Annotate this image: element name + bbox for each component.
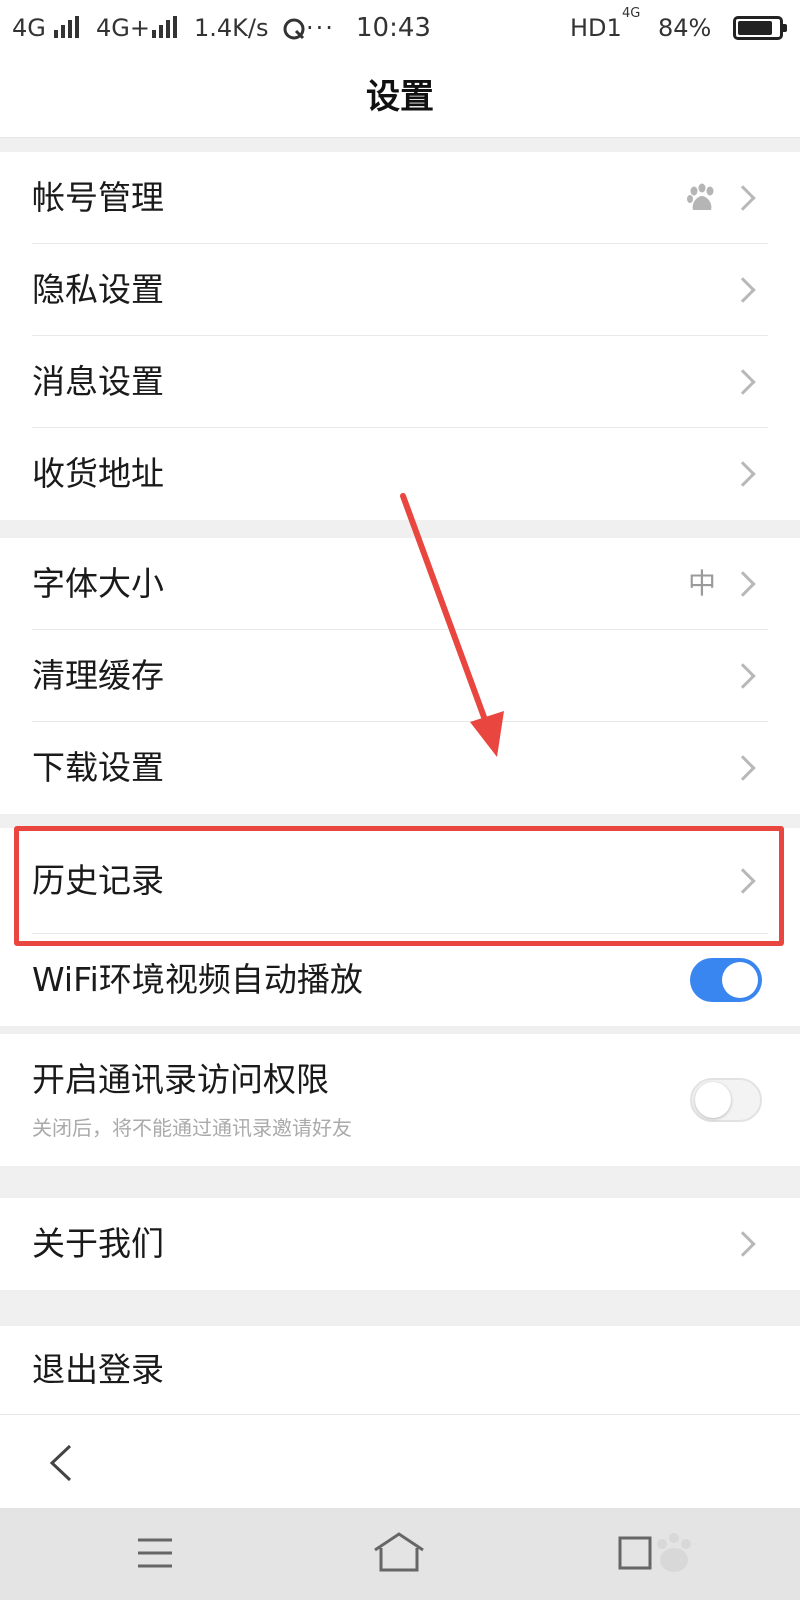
setting-label: 清理缓存: [32, 656, 164, 695]
setting-item-about[interactable]: 关于我们: [0, 1198, 800, 1290]
chevron-right-icon: [730, 1231, 756, 1257]
net-small-label: 4G: [622, 6, 641, 21]
setting-item-history[interactable]: 历史记录: [0, 828, 800, 934]
setting-label: 收货地址: [32, 454, 164, 493]
more-notifications: ···: [306, 14, 335, 42]
battery-icon: [733, 16, 787, 40]
clock: 10:43: [356, 13, 431, 43]
battery-percent: 84%: [658, 14, 712, 42]
hd-label: HD1: [570, 14, 622, 42]
chevron-right-icon: [730, 868, 756, 894]
menu-icon[interactable]: [136, 1536, 174, 1570]
home-icon[interactable]: [372, 1530, 426, 1574]
logout-button[interactable]: 退出登录: [0, 1326, 800, 1414]
signal-icon: [54, 16, 79, 38]
setting-label: 下载设置: [32, 748, 164, 787]
setting-item-account[interactable]: 帐号管理: [0, 152, 800, 244]
setting-label: 关于我们: [32, 1224, 164, 1263]
baidu-paw-icon: [687, 183, 714, 210]
status-bar: 4G 4G+ 1.4K/s ··· 10:43 HD1 4G 84%: [0, 0, 800, 56]
setting-item-clear-cache[interactable]: 清理缓存: [0, 630, 800, 722]
setting-item-font-size[interactable]: 字体大小 中: [0, 538, 800, 630]
setting-item-address[interactable]: 收货地址: [0, 428, 800, 520]
signal-icon: [152, 16, 177, 38]
bottom-toolbar: [0, 1414, 800, 1508]
setting-label: 字体大小: [32, 564, 164, 603]
setting-item-download[interactable]: 下载设置: [0, 722, 800, 814]
settings-group-about: 关于我们: [0, 1198, 800, 1290]
chevron-right-icon: [730, 277, 756, 303]
battery-level: [738, 21, 772, 35]
chevron-right-icon: [730, 755, 756, 781]
app-notification-icon: [283, 18, 305, 40]
network-speed: 1.4K/s: [194, 14, 269, 42]
settings-group-general: 字体大小 中 清理缓存 下载设置 历史记录 WiFi环境视频自动播放: [0, 538, 800, 1026]
page-title: 设置: [0, 56, 800, 138]
setting-label: 退出登录: [32, 1350, 164, 1389]
setting-label: WiFi环境视频自动播放: [32, 960, 363, 999]
toggle-knob: [695, 1082, 731, 1118]
setting-item-messages[interactable]: 消息设置: [0, 336, 800, 428]
group-gap: [0, 814, 800, 828]
network-label-2: 4G+: [96, 14, 150, 42]
network-label-1: 4G: [12, 14, 46, 42]
settings-group-logout: 退出登录: [0, 1326, 800, 1414]
settings-group-account: 帐号管理 隐私设置 消息设置 收货地址: [0, 152, 800, 520]
chevron-right-icon: [730, 663, 756, 689]
wifi-autoplay-toggle[interactable]: [690, 958, 762, 1002]
watermark-logo: [657, 1533, 691, 1572]
system-nav-bar: [0, 1508, 800, 1600]
font-size-value: 中: [687, 567, 716, 600]
setting-label: 帐号管理: [32, 178, 164, 217]
setting-label: 开启通讯录访问权限: [32, 1060, 329, 1099]
settings-group-contacts: 开启通讯录访问权限 关闭后，将不能通过通讯录邀请好友: [0, 1034, 800, 1166]
setting-label: 消息设置: [32, 362, 164, 401]
contacts-permission-toggle[interactable]: [690, 1078, 762, 1122]
setting-item-privacy[interactable]: 隐私设置: [0, 244, 800, 336]
setting-item-wifi-autoplay: WiFi环境视频自动播放: [0, 934, 800, 1026]
setting-label: 历史记录: [32, 861, 164, 900]
setting-subtitle: 关闭后，将不能通过通讯录邀请好友: [32, 1116, 352, 1140]
toggle-knob: [722, 962, 758, 998]
chevron-right-icon: [730, 185, 756, 211]
chevron-right-icon: [730, 461, 756, 487]
chevron-right-icon: [730, 571, 756, 597]
setting-label: 隐私设置: [32, 270, 164, 309]
chevron-right-icon: [730, 369, 756, 395]
back-arrow-icon[interactable]: [46, 1443, 76, 1483]
